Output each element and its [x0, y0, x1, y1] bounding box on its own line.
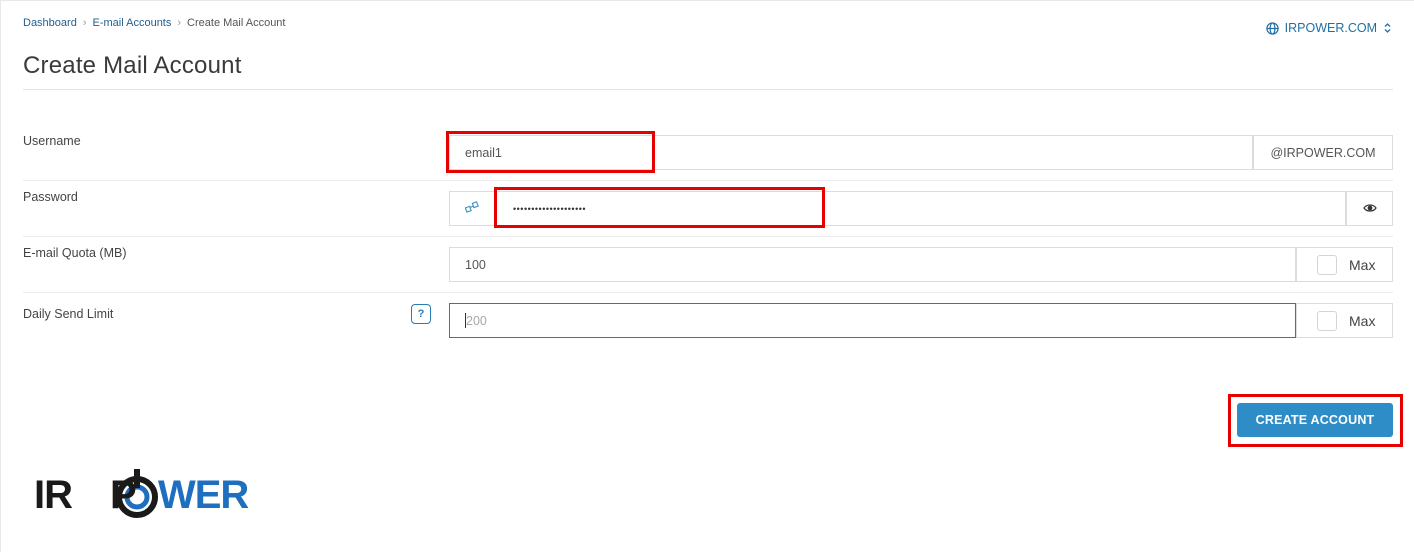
send-limit-placeholder: 200 — [466, 313, 487, 328]
generate-password-button[interactable] — [449, 191, 495, 226]
breadcrumb-dashboard[interactable]: Dashboard — [23, 17, 77, 29]
breadcrumb-separator-icon: › — [82, 17, 87, 29]
send-limit-max-label: Max — [1349, 312, 1376, 329]
password-input[interactable]: •••••••••••••••••••• — [494, 191, 1346, 226]
username-input[interactable]: email1 — [449, 135, 1253, 170]
send-limit-label: Daily Send Limit — [23, 307, 114, 321]
password-value: •••••••••••••••••••• — [513, 203, 587, 214]
quota-input[interactable]: 100 — [449, 247, 1296, 282]
globe-icon — [1265, 21, 1279, 35]
help-icon[interactable]: ? — [411, 304, 431, 324]
send-limit-input[interactable]: 200 — [449, 303, 1296, 338]
domain-suffix: @IRPOWER.COM — [1253, 135, 1393, 170]
toggle-password-button[interactable] — [1346, 191, 1393, 226]
send-limit-max-toggle[interactable]: Max — [1296, 303, 1393, 338]
domain-selector-label: IRPOWER.COM — [1284, 21, 1377, 35]
page-title: Create Mail Account — [23, 52, 242, 79]
username-value: email1 — [465, 145, 502, 160]
quota-max-label: Max — [1349, 256, 1376, 273]
key-generate-icon — [464, 201, 479, 216]
irpower-logo: IR P WER — [34, 466, 274, 527]
eye-icon — [1362, 202, 1377, 216]
chevron-updown-icon — [1383, 22, 1392, 34]
send-limit-max-checkbox[interactable] — [1317, 310, 1337, 331]
breadcrumb: Dashboard › E-mail Accounts › Create Mai… — [23, 17, 285, 29]
quota-value: 100 — [465, 257, 486, 272]
svg-text:WER: WER — [158, 473, 249, 517]
password-label: Password — [23, 190, 78, 204]
domain-selector[interactable]: IRPOWER.COM — [1265, 21, 1392, 35]
title-divider — [23, 89, 1393, 90]
quota-max-checkbox[interactable] — [1317, 254, 1337, 275]
create-account-button[interactable]: CREATE ACCOUNT — [1237, 403, 1393, 437]
breadcrumb-separator-icon: › — [177, 17, 182, 29]
quota-max-toggle[interactable]: Max — [1296, 247, 1393, 282]
quota-label: E-mail Quota (MB) — [23, 246, 127, 260]
breadcrumb-current: Create Mail Account — [187, 17, 286, 29]
breadcrumb-email-accounts[interactable]: E-mail Accounts — [93, 17, 172, 29]
username-label: Username — [23, 134, 81, 148]
domain-suffix-label: @IRPOWER.COM — [1270, 145, 1376, 160]
svg-text:P: P — [110, 473, 137, 517]
svg-text:IR: IR — [34, 473, 73, 517]
